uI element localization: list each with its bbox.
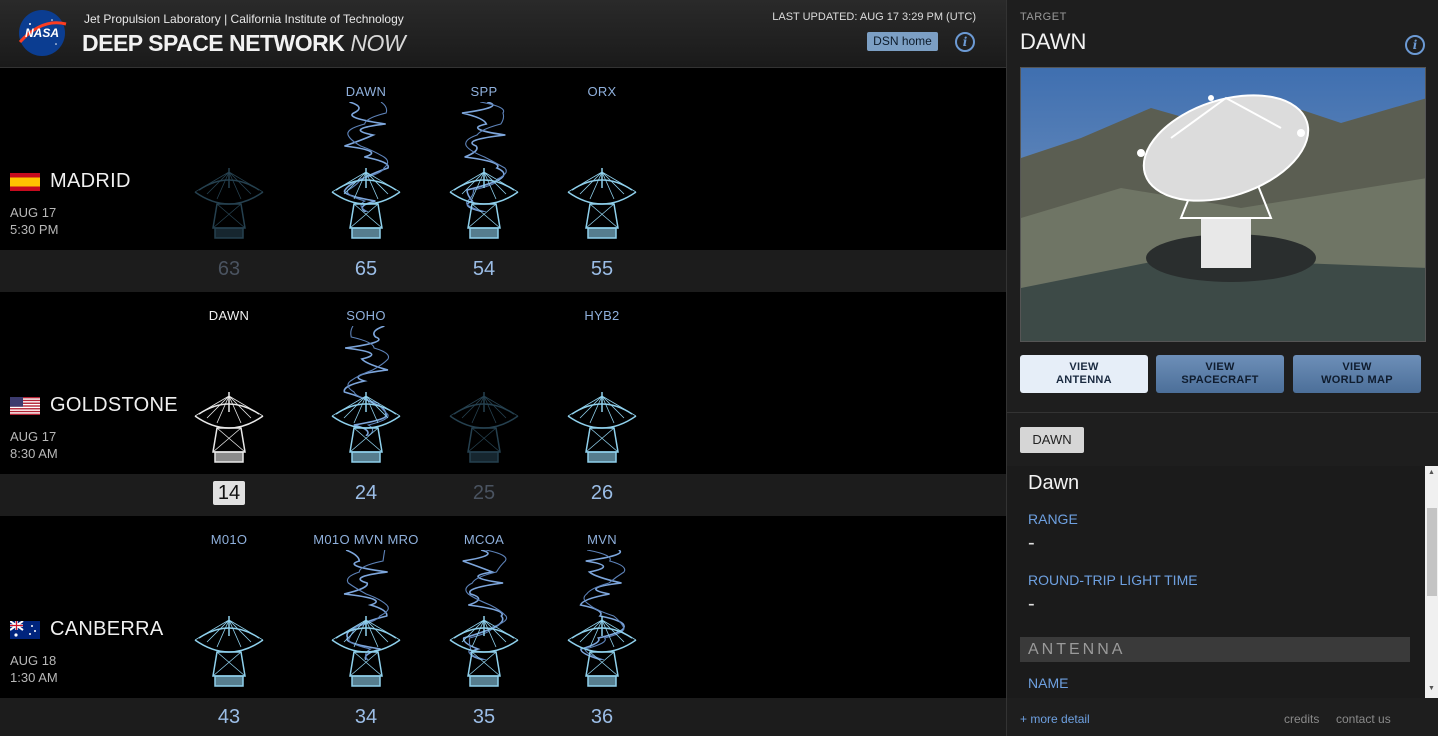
station-name: CANBERRA: [50, 618, 164, 640]
details-title: Dawn: [1028, 472, 1080, 494]
target-panel: TARGET DAWN i VIEW ANTENNA VIEW SPACECRAF: [1006, 0, 1438, 736]
more-detail-link[interactable]: + more detail: [1020, 712, 1090, 726]
antenna-number-text: 14: [212, 481, 246, 505]
station-date-time: 1:30 AM: [10, 670, 58, 685]
view-antenna-line1: VIEW: [1069, 361, 1099, 373]
antenna-dish-icon[interactable]: [448, 390, 520, 464]
dsn-now-app: NASA Jet Propulsion Laboratory | Califor…: [0, 0, 1438, 736]
view-world-map-line2: WORLD MAP: [1321, 374, 1393, 386]
name-label: NAME: [1028, 675, 1069, 691]
antenna-dish-icon[interactable]: [193, 614, 265, 688]
target-label: TARGET: [1020, 11, 1067, 23]
scroll-down-icon[interactable]: ▼: [1428, 685, 1435, 692]
station-madrid: MADRID AUG 17 5:30 PM 63 DAWN 65 SPP 54 …: [0, 68, 1006, 292]
usa-flag-icon: [10, 397, 40, 415]
antenna-dish-icon[interactable]: [193, 166, 265, 240]
antenna-dish-icon[interactable]: [566, 390, 638, 464]
nasa-logo-text: NASA: [25, 26, 59, 40]
station-name: GOLDSTONE: [50, 394, 178, 416]
antenna-dish-icon[interactable]: [193, 390, 265, 464]
panel-divider: [1007, 412, 1438, 413]
view-world-map-button[interactable]: VIEW WORLD MAP: [1293, 355, 1421, 393]
target-details: Dawn RANGE - ROUND-TRIP LIGHT TIME - ANT…: [1007, 466, 1438, 698]
antenna-dish-icon[interactable]: [566, 614, 638, 688]
antenna-dish-icon[interactable]: [566, 166, 638, 240]
antenna-target-label[interactable]: MVN: [542, 532, 662, 547]
scroll-thumb[interactable]: [1427, 508, 1437, 596]
antenna-dish-icon[interactable]: [330, 390, 402, 464]
antenna-target-label[interactable]: DAWN: [169, 308, 289, 323]
station-date: AUG 17 8:30 AM: [10, 428, 58, 462]
scroll-up-icon[interactable]: ▲: [1428, 469, 1435, 476]
antenna-number[interactable]: 35: [454, 706, 514, 729]
antenna-number[interactable]: 14: [199, 481, 259, 505]
antenna-target-label[interactable]: SPP: [424, 84, 544, 99]
view-spacecraft-line2: SPACECRAFT: [1181, 374, 1259, 386]
station-name: MADRID: [50, 170, 131, 192]
station-goldstone: GOLDSTONE AUG 17 8:30 AM DAWN 14 SOHO 24: [0, 292, 1006, 516]
view-antenna-line2: ANTENNA: [1056, 374, 1112, 386]
panel-info-icon[interactable]: i: [1405, 35, 1425, 55]
range-value: -: [1028, 532, 1035, 554]
view-spacecraft-line1: VIEW: [1205, 361, 1235, 373]
page-title: DEEP SPACE NETWORK NOW: [82, 30, 406, 57]
station-date-time: 8:30 AM: [10, 446, 58, 461]
antenna-number[interactable]: 26: [572, 482, 632, 505]
antenna-number[interactable]: 65: [336, 258, 396, 281]
rtlt-value: -: [1028, 593, 1035, 615]
range-label: RANGE: [1028, 511, 1078, 527]
antenna-number[interactable]: 25: [454, 482, 514, 505]
header: NASA Jet Propulsion Laboratory | Califor…: [0, 0, 1006, 68]
antenna-number[interactable]: 63: [199, 258, 259, 281]
view-world-map-line1: VIEW: [1342, 361, 1372, 373]
antenna-number[interactable]: 43: [199, 706, 259, 729]
jpl-caltech-line: Jet Propulsion Laboratory | California I…: [84, 12, 404, 26]
station-date: AUG 18 1:30 AM: [10, 652, 58, 686]
view-spacecraft-button[interactable]: VIEW SPACECRAFT: [1156, 355, 1284, 393]
antenna-dish-icon[interactable]: [448, 166, 520, 240]
last-updated: LAST UPDATED: AUG 17 3:29 PM (UTC): [772, 11, 976, 23]
nasa-logo[interactable]: NASA: [14, 8, 70, 58]
antenna-number[interactable]: 54: [454, 258, 514, 281]
view-antenna-button[interactable]: VIEW ANTENNA: [1020, 355, 1148, 393]
antenna-number[interactable]: 55: [572, 258, 632, 281]
target-tag[interactable]: DAWN: [1020, 427, 1084, 453]
title-main: DEEP SPACE NETWORK: [82, 30, 345, 56]
antenna-dish-icon[interactable]: [330, 166, 402, 240]
details-scrollbar[interactable]: ▲ ▼: [1425, 466, 1438, 698]
station-date-day: AUG 18: [10, 653, 57, 668]
antenna-section-header: ANTENNA: [1020, 637, 1410, 662]
station-date-time: 5:30 PM: [10, 222, 59, 237]
dsn-home-button[interactable]: DSN home: [867, 32, 938, 51]
antenna-target-label[interactable]: SOHO: [306, 308, 426, 323]
station-date-day: AUG 17: [10, 429, 57, 444]
antenna-number[interactable]: 24: [336, 482, 396, 505]
antenna-target-label[interactable]: M01O: [169, 532, 289, 547]
antenna-target-label[interactable]: ORX: [542, 84, 662, 99]
target-name: DAWN: [1020, 29, 1087, 54]
antenna-dish-icon[interactable]: [330, 614, 402, 688]
title-now: NOW: [350, 30, 406, 56]
antenna-view-image: [1020, 67, 1426, 342]
antenna-target-label[interactable]: M01O MVN MRO: [306, 532, 426, 547]
rtlt-label: ROUND-TRIP LIGHT TIME: [1028, 572, 1198, 588]
antenna-3d-render: [1021, 68, 1425, 341]
info-icon[interactable]: i: [955, 32, 975, 52]
antenna-target-label[interactable]: HYB2: [542, 308, 662, 323]
antenna-target-label[interactable]: DAWN: [306, 84, 426, 99]
antenna-target-label[interactable]: MCOA: [424, 532, 544, 547]
credits-link[interactable]: credits: [1284, 712, 1319, 726]
antenna-number[interactable]: 34: [336, 706, 396, 729]
australia-flag-icon: [10, 621, 40, 639]
antenna-dish-icon[interactable]: [448, 614, 520, 688]
station-canberra: CANBERRA AUG 18 1:30 AM M01O 43 M01O MVN MR…: [0, 516, 1006, 736]
station-date: AUG 17 5:30 PM: [10, 204, 58, 238]
antenna-number[interactable]: 36: [572, 706, 632, 729]
spain-flag-icon: [10, 173, 40, 191]
contact-link[interactable]: contact us: [1336, 712, 1391, 726]
station-date-day: AUG 17: [10, 205, 57, 220]
